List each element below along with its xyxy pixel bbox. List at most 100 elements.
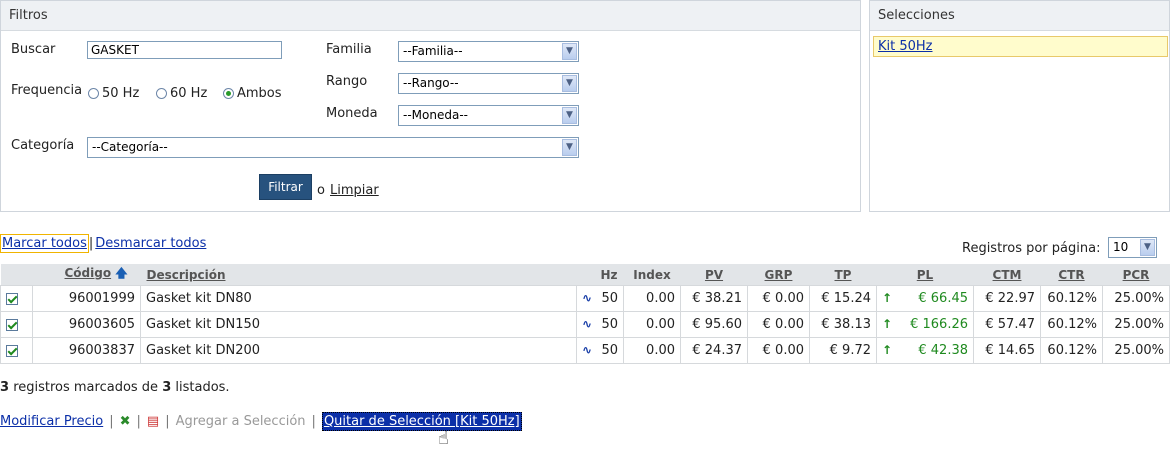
chevron-down-icon[interactable]: ▼ [562, 43, 577, 60]
moneda-select[interactable]: --Moneda-- ▼ [398, 105, 579, 126]
header-pcr[interactable]: PCR [1102, 264, 1170, 286]
chevron-down-icon[interactable]: ▼ [562, 75, 577, 92]
moneda-value: --Moneda-- [403, 108, 468, 122]
categoria-label: Categoría [11, 138, 75, 153]
sort-pcr-link[interactable]: PCR [1123, 268, 1150, 282]
selections-panel: Selecciones Kit 50Hz [869, 0, 1170, 212]
filters-title: Filtros [1, 1, 860, 31]
selection-summary: 3 registros marcados de 3 listados. [0, 380, 230, 395]
action-separator: | [165, 414, 170, 429]
mark-separator: | [88, 236, 94, 251]
row-checkbox[interactable] [6, 318, 18, 331]
excel-export-icon[interactable]: ✖ [120, 414, 131, 429]
cell-pcr: 25.00% [1102, 311, 1170, 338]
header-codigo[interactable]: Código 🡅 [32, 264, 141, 286]
cell-ctr: 60.12% [1040, 285, 1103, 312]
limpiar-link[interactable]: Limpiar [330, 183, 379, 198]
radio-60hz-label: 60 Hz [170, 86, 208, 101]
rango-select[interactable]: --Rango-- ▼ [398, 73, 579, 94]
cell-tp: € 9.72 [809, 337, 877, 364]
registros-select[interactable]: 10 ▼ [1108, 237, 1157, 258]
header-ctr[interactable]: CTR [1040, 264, 1103, 286]
cell-index: 0.00 [623, 337, 681, 364]
row-check-cell[interactable] [0, 285, 33, 312]
row-checkbox[interactable] [6, 344, 18, 357]
registros-por-pagina: Registros por página: [962, 241, 1100, 256]
frequencia-label: Frequencia [11, 83, 83, 98]
table-row: 96001999 Gasket kit DN80 ∿ 50 0.00 € 38.2… [0, 285, 1170, 312]
wave-icon: ∿ [582, 317, 593, 331]
chevron-down-icon[interactable]: ▼ [1140, 239, 1155, 256]
moneda-label: Moneda [326, 106, 378, 121]
radio-50hz-circle[interactable] [88, 88, 99, 99]
wave-icon: ∿ [582, 291, 593, 305]
results-table: Código 🡅 Descripción Hz Index PV GRP TP … [0, 264, 1170, 364]
cell-codigo: 96003605 [32, 311, 141, 338]
row-checkbox[interactable] [6, 292, 18, 305]
categoria-select[interactable]: --Categoría-- ▼ [87, 137, 579, 158]
familia-select[interactable]: --Familia-- ▼ [398, 41, 579, 62]
cell-pcr: 25.00% [1102, 285, 1170, 312]
cell-pcr: 25.00% [1102, 337, 1170, 364]
familia-label: Familia [326, 42, 372, 57]
row-check-cell[interactable] [0, 337, 33, 364]
familia-value: --Familia-- [403, 44, 463, 58]
desmarcar-todos-link[interactable]: Desmarcar todos [95, 236, 206, 251]
marcar-todos-box[interactable]: Marcar todos [0, 234, 89, 253]
header-pv[interactable]: PV [680, 264, 748, 286]
cell-codigo: 96003837 [32, 337, 141, 364]
sort-tp-link[interactable]: TP [835, 268, 852, 282]
sort-descripcion-link[interactable]: Descripción [147, 268, 226, 282]
sort-grp-link[interactable]: GRP [765, 268, 793, 282]
pdf-export-icon[interactable]: ▤ [147, 414, 159, 429]
radio-60hz[interactable]: 60 Hz [156, 86, 207, 101]
sort-ctm-link[interactable]: CTM [993, 268, 1022, 282]
header-tp[interactable]: TP [809, 264, 877, 286]
header-descripcion[interactable]: Descripción [140, 264, 577, 286]
cell-grp: € 0.00 [747, 285, 810, 312]
cell-index: 0.00 [623, 285, 681, 312]
cell-pl: ↑ € 42.38 [876, 337, 974, 364]
chevron-down-icon[interactable]: ▼ [562, 107, 577, 124]
cell-ctr: 60.12% [1040, 337, 1103, 364]
header-check [0, 264, 33, 286]
quitar-seleccion-link[interactable]: Quitar de Selección [Kit 50Hz] [321, 412, 522, 431]
radio-50hz-label: 50 Hz [102, 86, 140, 101]
hz-value: 50 [601, 343, 618, 358]
summary-text-1: registros marcados de [13, 380, 159, 395]
table-header-row: Código 🡅 Descripción Hz Index PV GRP TP … [0, 264, 1170, 286]
buscar-input[interactable] [87, 41, 282, 59]
selection-item-link[interactable]: Kit 50Hz [878, 39, 933, 54]
sort-pv-link[interactable]: PV [705, 268, 723, 282]
cell-descripcion: Gasket kit DN150 [140, 311, 577, 338]
radio-ambos[interactable]: Ambos [223, 86, 282, 101]
header-grp[interactable]: GRP [747, 264, 810, 286]
cell-ctm: € 14.65 [973, 337, 1041, 364]
filtrar-button[interactable]: Filtrar [259, 174, 312, 200]
radio-60hz-circle[interactable] [156, 88, 167, 99]
header-index: Index [623, 264, 681, 286]
cell-descripcion: Gasket kit DN200 [140, 337, 577, 364]
header-ctm[interactable]: CTM [973, 264, 1041, 286]
modificar-precio-link[interactable]: Modificar Precio [0, 414, 103, 429]
cell-pv: € 38.21 [680, 285, 748, 312]
rango-label: Rango [326, 74, 368, 89]
chevron-down-icon[interactable]: ▼ [562, 139, 577, 156]
cell-pv: € 24.37 [680, 337, 748, 364]
sort-pl-link[interactable]: PL [917, 268, 933, 282]
sort-codigo-link[interactable]: Código [65, 266, 112, 280]
hz-value: 50 [601, 317, 618, 332]
row-check-cell[interactable] [0, 311, 33, 338]
categoria-value: --Categoría-- [92, 140, 168, 154]
selection-item[interactable]: Kit 50Hz [873, 36, 1168, 57]
sort-ctr-link[interactable]: CTR [1058, 268, 1084, 282]
cell-ctr: 60.12% [1040, 311, 1103, 338]
header-pl[interactable]: PL [876, 264, 974, 286]
marcar-todos-link[interactable]: Marcar todos [2, 236, 87, 251]
radio-ambos-circle[interactable] [223, 88, 234, 99]
rango-value: --Rango-- [403, 76, 459, 90]
mark-controls: Marcar todos | Desmarcar todos [0, 234, 206, 253]
action-separator: | [311, 414, 316, 429]
radio-50hz[interactable]: 50 Hz [88, 86, 139, 101]
table-row: 96003837 Gasket kit DN200 ∿ 50 0.00 € 24.… [0, 337, 1170, 364]
